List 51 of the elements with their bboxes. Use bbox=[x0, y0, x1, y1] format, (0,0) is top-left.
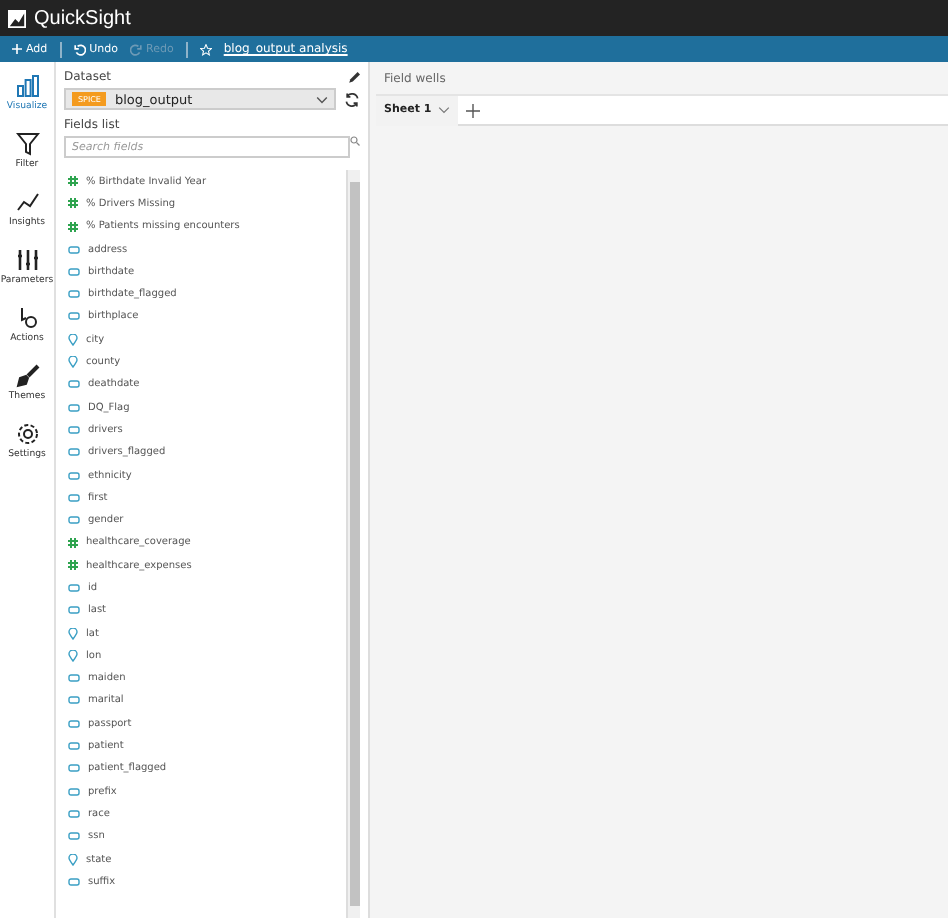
location-pin-icon bbox=[68, 649, 78, 662]
text-field-icon bbox=[68, 448, 80, 457]
text-field-icon bbox=[68, 245, 80, 254]
text-field-icon bbox=[68, 583, 80, 592]
plus-icon bbox=[465, 103, 480, 117]
hash-icon bbox=[68, 176, 78, 187]
text-field-icon bbox=[68, 606, 80, 615]
redo-icon bbox=[130, 43, 143, 55]
app-title: QuickSight bbox=[34, 7, 131, 29]
text-field-icon bbox=[68, 877, 80, 886]
location-pin-icon bbox=[68, 356, 78, 369]
text-field-icon bbox=[68, 719, 80, 728]
location-pin-icon bbox=[68, 627, 78, 640]
logo-icon bbox=[8, 9, 26, 27]
text-field-icon bbox=[68, 742, 80, 751]
line-chart-icon bbox=[15, 190, 39, 214]
text-field-icon bbox=[68, 696, 80, 705]
refresh-icon[interactable] bbox=[344, 91, 360, 107]
paintbrush-icon bbox=[15, 364, 39, 388]
pencil-icon[interactable] bbox=[348, 71, 360, 83]
text-field-icon bbox=[68, 516, 80, 525]
text-field-icon bbox=[68, 425, 80, 434]
hash-icon bbox=[68, 221, 78, 232]
bar-chart-icon bbox=[15, 74, 39, 98]
hash-icon bbox=[68, 560, 78, 571]
sliders-icon bbox=[15, 248, 39, 272]
text-field-icon bbox=[68, 674, 80, 683]
text-field-icon bbox=[68, 471, 80, 479]
chevron-down-icon bbox=[437, 106, 450, 114]
text-field-icon bbox=[68, 493, 80, 502]
text-field-icon bbox=[68, 809, 80, 818]
text-field-icon bbox=[68, 290, 80, 299]
hash-icon bbox=[68, 537, 78, 548]
text-field-icon bbox=[68, 787, 80, 796]
settings-icon bbox=[15, 422, 39, 446]
scrollbar[interactable] bbox=[346, 170, 360, 918]
text-field-icon bbox=[68, 380, 80, 389]
text-field-icon bbox=[68, 267, 80, 276]
text-field-icon bbox=[68, 764, 80, 773]
undo-icon bbox=[73, 43, 86, 55]
text-field-icon bbox=[68, 832, 80, 841]
text-field-icon bbox=[68, 403, 80, 412]
text-field-icon bbox=[68, 312, 80, 321]
hash-icon bbox=[68, 198, 78, 209]
search-icon bbox=[350, 136, 360, 146]
filter-icon bbox=[15, 132, 39, 156]
chevron-down-icon bbox=[316, 95, 328, 103]
location-pin-icon bbox=[68, 853, 78, 866]
location-pin-icon bbox=[68, 333, 78, 346]
star-icon[interactable] bbox=[199, 43, 212, 55]
plus-icon bbox=[12, 44, 22, 54]
